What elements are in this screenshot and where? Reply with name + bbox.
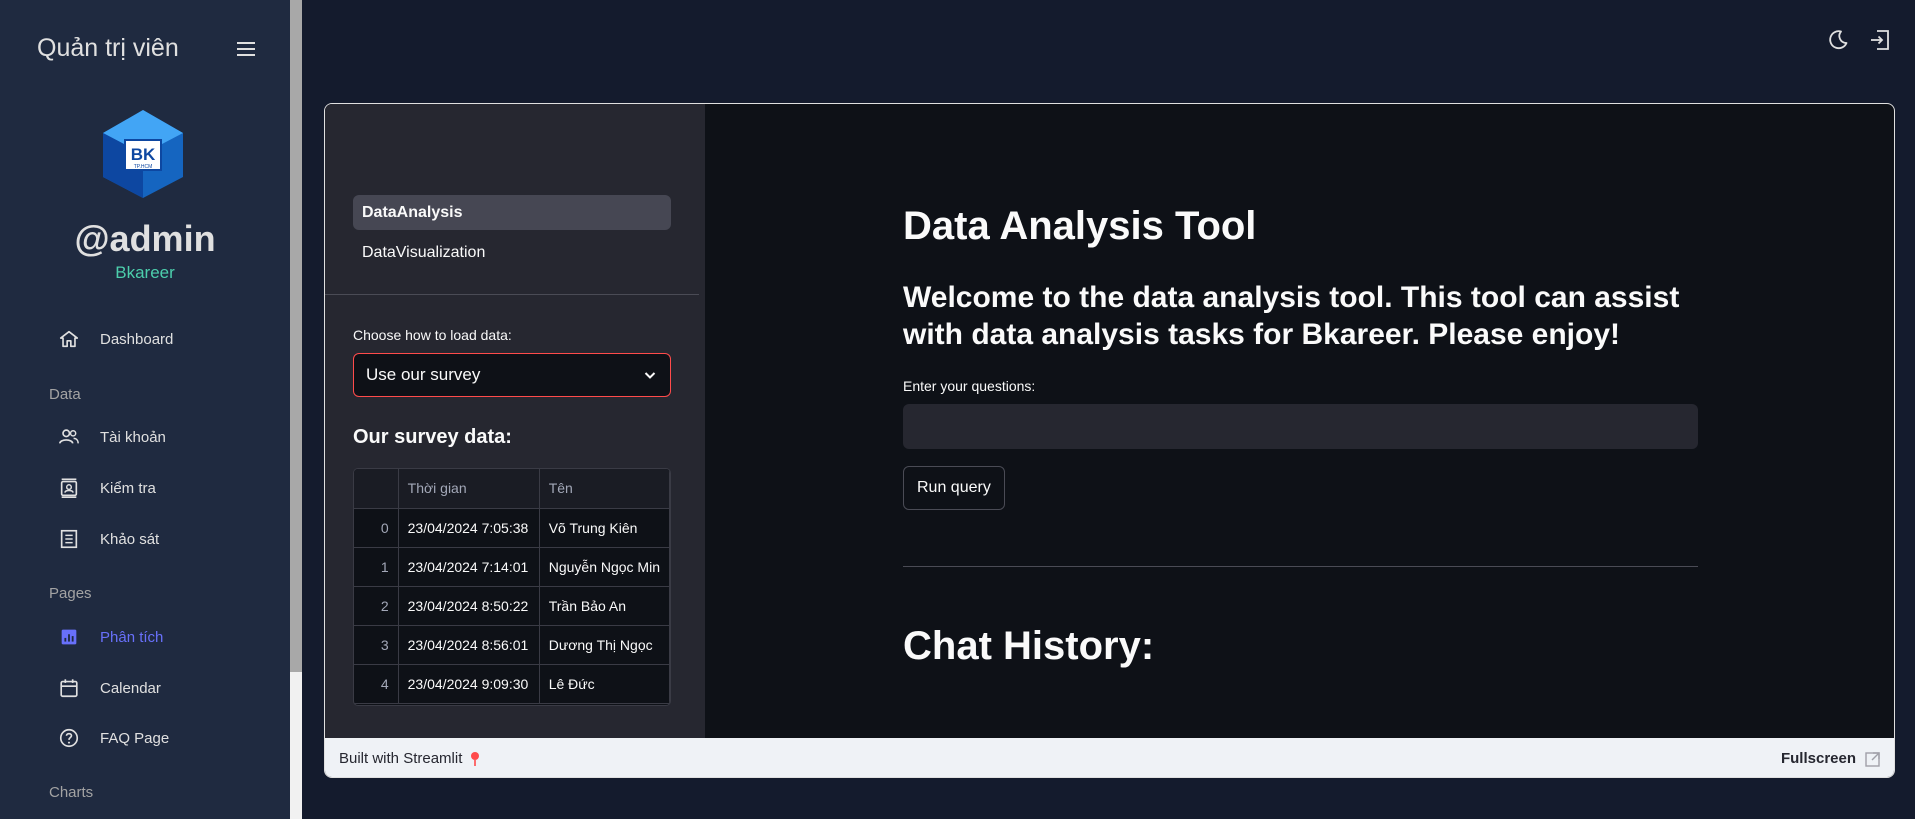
question-input[interactable] bbox=[903, 404, 1698, 449]
analytics-icon bbox=[61, 629, 77, 645]
streamlit-sidebar: DataAnalysis DataVisualization Choose ho… bbox=[325, 104, 705, 738]
table-cell: Trần Bảo An bbox=[539, 586, 670, 626]
table-row[interactable]: 1 23/04/2024 7:14:01 Nguyễn Ngọc Min bbox=[354, 547, 670, 587]
people-icon bbox=[59, 429, 79, 444]
admin-username: @admin bbox=[74, 218, 216, 259]
admin-role: Bkareer bbox=[115, 263, 175, 282]
table-cell: 23/04/2024 9:09:30 bbox=[398, 664, 540, 704]
contacts-icon bbox=[60, 478, 78, 498]
scrollbar-thumb[interactable] bbox=[290, 0, 302, 672]
sidebar-title: Quản trị viên bbox=[37, 34, 179, 62]
column-header[interactable]: Thời gian bbox=[398, 469, 540, 509]
welcome-heading: Welcome to the data analysis tool. This … bbox=[903, 281, 1680, 351]
table-cell: Lê Đức bbox=[539, 664, 670, 704]
sidebar-item-label: Phân tích bbox=[100, 628, 164, 646]
bk-logo: BK TP.HCM bbox=[103, 110, 183, 198]
run-query-button[interactable]: Run query bbox=[903, 466, 1005, 510]
sidebar-item-calendar[interactable]: Calendar bbox=[58, 673, 161, 703]
sidebar-section-pages: Pages bbox=[49, 585, 92, 602]
external-link-icon bbox=[1865, 751, 1880, 767]
sidebar-item-label: FAQ Page bbox=[100, 729, 170, 747]
sidebar-item-label: Khảo sát bbox=[100, 530, 160, 548]
fullscreen-button[interactable]: Fullscreen bbox=[1781, 750, 1882, 768]
sidebar-section-charts: Charts bbox=[49, 784, 94, 801]
sidebar-item-survey[interactable]: Khảo sát bbox=[58, 524, 159, 554]
table-cell: Nguyễn Ngọc Min bbox=[539, 547, 670, 587]
table-row[interactable]: 4 23/04/2024 9:09:30 Lê Đức bbox=[354, 664, 670, 704]
table-row[interactable]: 0 23/04/2024 7:05:38 Võ Trung Kiên bbox=[354, 508, 670, 548]
row-index: 2 bbox=[354, 586, 399, 626]
table-cell: 23/04/2024 8:56:01 bbox=[398, 625, 540, 665]
table-row[interactable]: 3 23/04/2024 8:56:01 Dương Thị Ngọc bbox=[354, 625, 670, 665]
table-row[interactable]: 2 23/04/2024 8:50:22 Trần Bảo An bbox=[354, 586, 670, 626]
receipt-icon bbox=[60, 529, 78, 549]
logout-icon[interactable] bbox=[1868, 28, 1892, 52]
sidebar-section-data: Data bbox=[49, 386, 81, 403]
table-cell: 23/04/2024 8:50:22 bbox=[398, 586, 540, 626]
help-icon bbox=[59, 728, 79, 748]
pin-icon bbox=[471, 751, 480, 766]
page-title: Data Analysis Tool bbox=[903, 204, 1257, 248]
table-cell: 23/04/2024 7:14:01 bbox=[398, 547, 540, 587]
survey-data-title: Our survey data: bbox=[353, 426, 512, 448]
table-cell: Võ Trung Kiên bbox=[539, 508, 670, 548]
sidebar-item-dashboard[interactable]: Dashboard bbox=[58, 324, 173, 354]
streamlit-footer: Built with Streamlit Fullscreen bbox=[325, 738, 1894, 777]
sidebar-item-faq[interactable]: FAQ Page bbox=[58, 723, 169, 753]
menu-icon[interactable] bbox=[232, 35, 260, 63]
logo-subtext: TP.HCM bbox=[134, 164, 153, 170]
column-header[interactable]: Tên bbox=[539, 469, 670, 509]
sidebar-divider bbox=[325, 294, 699, 295]
column-header[interactable] bbox=[354, 469, 399, 509]
table-cell: 23/04/2024 7:05:38 bbox=[398, 508, 540, 548]
home-icon bbox=[59, 330, 79, 348]
load-data-label: Choose how to load data: bbox=[353, 327, 512, 343]
dark-mode-icon[interactable] bbox=[1826, 28, 1850, 52]
sidebar-item-label: Kiểm tra bbox=[100, 479, 156, 497]
app-sidebar: Quản trị viên BK TP.HCM @admin Bkareer D… bbox=[0, 0, 290, 819]
sidebar-item-analytics[interactable]: Phân tích bbox=[58, 622, 163, 652]
sidebar-item-label: Tài khoản bbox=[100, 428, 166, 446]
load-data-select[interactable]: Use our survey bbox=[353, 353, 671, 397]
streamlit-frame: DataAnalysis DataVisualization Choose ho… bbox=[324, 103, 1895, 778]
divider bbox=[903, 566, 1698, 567]
row-index: 3 bbox=[354, 625, 399, 665]
sidebar-scrollbar[interactable] bbox=[290, 0, 302, 819]
logo-text: BK bbox=[131, 145, 156, 164]
sidebar-header: Quản trị viên bbox=[37, 34, 260, 63]
fullscreen-label: Fullscreen bbox=[1780, 750, 1856, 767]
row-index: 4 bbox=[354, 664, 399, 704]
select-value: Use our survey bbox=[366, 365, 481, 384]
row-index: 1 bbox=[354, 547, 399, 587]
row-index: 0 bbox=[354, 508, 399, 548]
table-cell: Dương Thị Ngọc bbox=[539, 625, 670, 665]
built-with-text[interactable]: Built with Streamlit bbox=[339, 750, 462, 767]
survey-table[interactable]: Thời gian Tên 0 23/04/2024 7:05:38 Võ Trun… bbox=[353, 468, 671, 706]
sidebar-item-label: Calendar bbox=[100, 679, 161, 697]
chat-history-title: Chat History: bbox=[903, 624, 1155, 668]
nav-data-visualization[interactable]: DataVisualization bbox=[353, 235, 671, 270]
sidebar-item-label: Dashboard bbox=[100, 330, 174, 348]
table-header-row: Thời gian Tên bbox=[354, 469, 670, 509]
nav-data-analysis[interactable]: DataAnalysis bbox=[353, 195, 671, 230]
sidebar-item-check[interactable]: Kiểm tra bbox=[58, 473, 156, 503]
calendar-icon bbox=[60, 679, 78, 698]
question-label: Enter your questions: bbox=[903, 378, 1036, 394]
sidebar-item-accounts[interactable]: Tài khoản bbox=[58, 422, 166, 452]
chevron-down-icon bbox=[644, 372, 656, 379]
